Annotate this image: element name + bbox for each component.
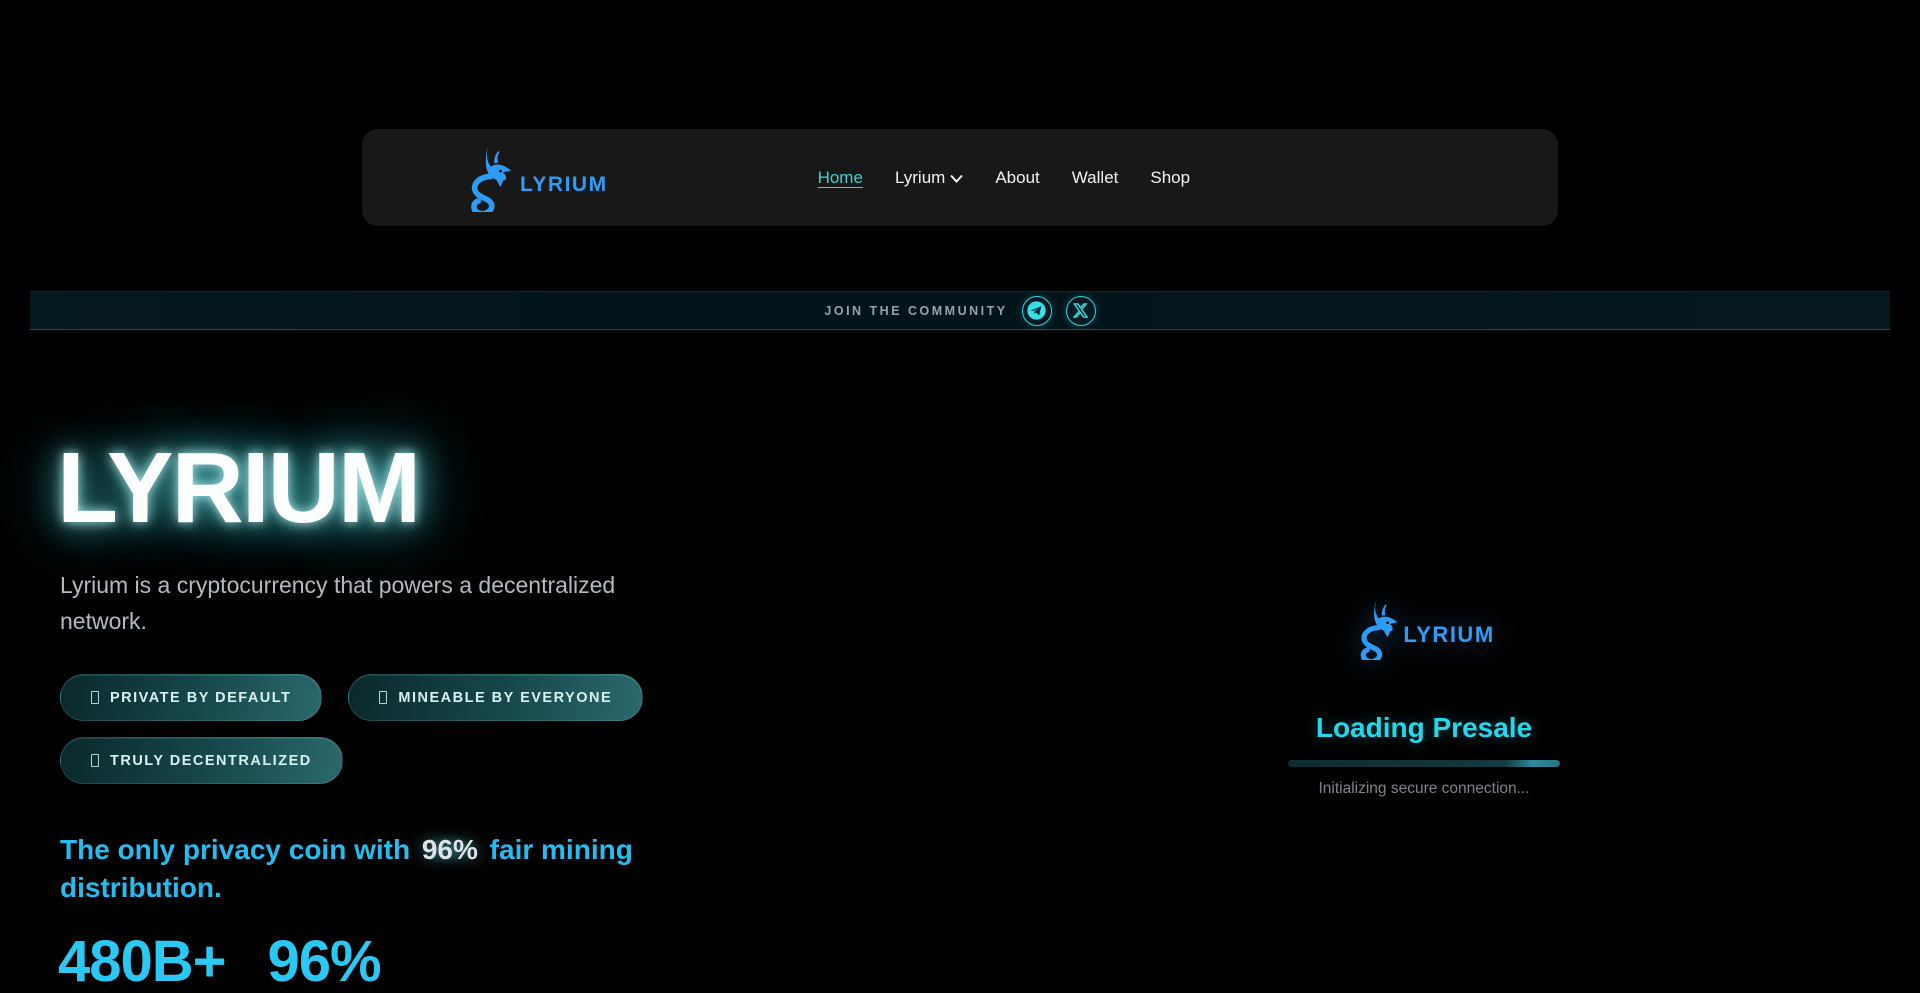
nav-link-home[interactable]: Home <box>818 168 863 188</box>
nav-link-wallet[interactable]: Wallet <box>1072 168 1119 188</box>
hero-tagline: The only privacy coin with 96% fair mini… <box>60 831 640 907</box>
hero-badges: PRIVATE BY DEFAULT MINEABLE BY EVERYONE … <box>60 674 660 784</box>
nav-link-lyrium[interactable]: Lyrium <box>895 168 963 188</box>
nav-link-lyrium-label: Lyrium <box>895 168 945 188</box>
navbar-logo[interactable]: LYRIUM <box>462 144 608 212</box>
tagline-prefix: The only privacy coin with <box>60 834 418 865</box>
lyrium-dragon-icon <box>1353 598 1403 660</box>
presale-title: Loading Presale <box>1254 712 1594 744</box>
hero-title: LYRIUM <box>57 438 419 538</box>
badge-glyph-icon <box>91 691 99 704</box>
badge-glyph-icon <box>91 754 99 767</box>
badge-mineable-by-everyone: MINEABLE BY EVERYONE <box>348 674 643 721</box>
badge-glyph-icon <box>379 691 387 704</box>
presale-status: Initializing secure connection... <box>1254 780 1594 798</box>
x-icon <box>1070 300 1091 321</box>
badge-label: TRULY DECENTRALIZED <box>110 753 312 769</box>
telegram-icon <box>1026 300 1047 321</box>
presale-logo-text: LYRIUM <box>1403 622 1494 648</box>
community-bar-label: JOIN THE COMMUNITY <box>824 304 1007 318</box>
badge-private-by-default: PRIVATE BY DEFAULT <box>60 674 322 721</box>
chevron-down-icon <box>950 172 963 183</box>
telegram-button[interactable] <box>1022 296 1052 326</box>
tagline-highlight: 96% <box>418 834 482 865</box>
navbar-logo-text: LYRIUM <box>520 173 608 197</box>
badge-label: MINEABLE BY EVERYONE <box>398 690 612 706</box>
presale-progress-bar <box>1288 760 1560 767</box>
badge-label: PRIVATE BY DEFAULT <box>110 690 291 706</box>
hero-stats: 480B+ 96% <box>58 933 381 991</box>
badge-truly-decentralized: TRULY DECENTRALIZED <box>60 737 343 784</box>
x-button[interactable] <box>1066 296 1096 326</box>
lyrium-dragon-icon <box>462 144 518 212</box>
navbar: LYRIUM Home Lyrium About Wallet Shop <box>362 129 1558 226</box>
nav-link-shop[interactable]: Shop <box>1150 168 1190 188</box>
presale-widget: LYRIUM Loading Presale Initializing secu… <box>1254 598 1594 798</box>
community-bar: JOIN THE COMMUNITY <box>30 291 1890 330</box>
hero-subtitle: Lyrium is a cryptocurrency that powers a… <box>60 567 620 639</box>
presale-progress-fill <box>1288 760 1560 767</box>
nav-links: Home Lyrium About Wallet Shop <box>818 168 1191 188</box>
stat-fair-mining: 96% <box>268 933 381 991</box>
page: LYRIUM Home Lyrium About Wallet Shop JOI… <box>0 0 1920 993</box>
stat-total-supply: 480B+ <box>58 933 226 991</box>
nav-link-about[interactable]: About <box>995 168 1039 188</box>
presale-logo: LYRIUM <box>1254 598 1594 660</box>
